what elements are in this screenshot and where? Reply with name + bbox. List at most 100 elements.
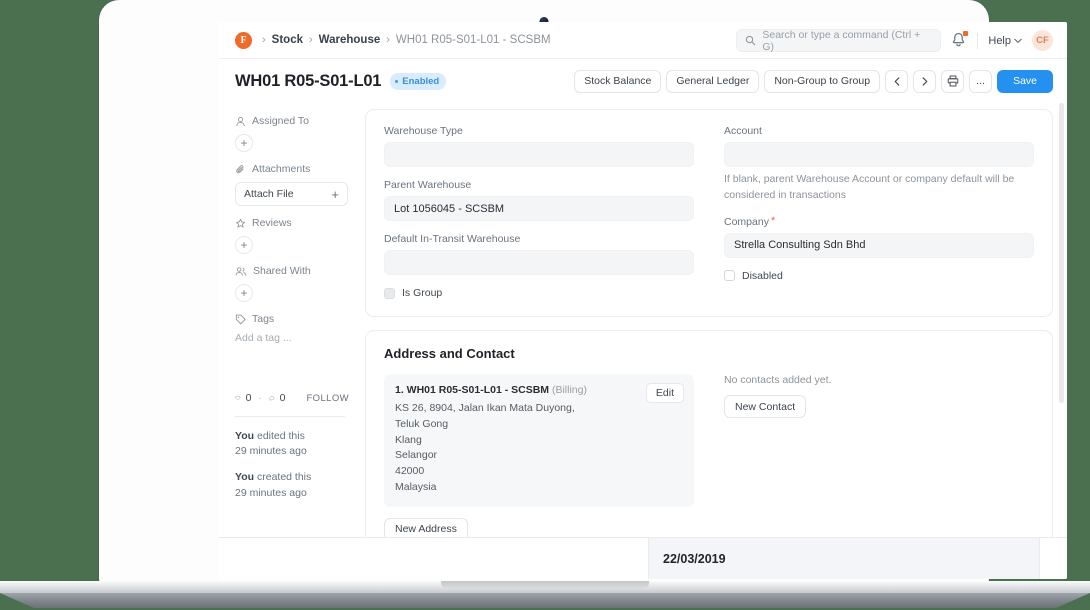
page-header: WH01 R05-S01-L01 Enabled Stock Balance G…	[219, 59, 1067, 103]
label-company-text: Company	[724, 216, 769, 228]
strip-scroll-track[interactable]	[1039, 538, 1067, 579]
add-assignment-button[interactable]: +	[235, 134, 253, 152]
notification-badge	[963, 31, 968, 36]
help-text-account: If blank, parent Warehouse Account or co…	[724, 172, 1034, 204]
more-options-button[interactable]: ...	[969, 70, 992, 93]
sidebar-divider	[235, 416, 345, 417]
breadcrumb-item-warehouse[interactable]: Warehouse	[319, 34, 381, 46]
avatar[interactable]: CF	[1032, 30, 1053, 51]
sidebar: Assigned To + Attachments Attach File +	[219, 103, 361, 539]
sidebar-label-assigned-to: Assigned To	[252, 115, 309, 127]
page-actions: Stock Balance General Ledger Non-Group t…	[574, 59, 1053, 103]
strip-date-cell[interactable]: 22/03/2019	[649, 538, 1039, 579]
bottom-strip: 22/03/2019	[219, 537, 1067, 579]
activity-actor: You	[235, 430, 254, 442]
laptop-base	[0, 581, 1090, 610]
paperclip-icon	[235, 164, 246, 175]
activity-action: edited this	[254, 430, 305, 442]
search-input[interactable]: Search or type a command (Ctrl + G)	[736, 29, 941, 52]
input-account[interactable]	[724, 142, 1034, 167]
input-company[interactable]: Strella Consulting Sdn Bhd	[724, 233, 1034, 258]
heart-icon	[235, 392, 241, 404]
comment-count: 0	[280, 392, 286, 404]
breadcrumb-item-current: WH01 R05-S01-L01 - SCSBM	[396, 34, 551, 46]
star-icon	[235, 218, 246, 229]
navbar: F › Stock › Warehouse › WH01 R05-S01-L01…	[219, 22, 1067, 59]
status-dot-icon	[395, 80, 398, 83]
activity-time: 29 minutes ago	[235, 445, 307, 457]
navbar-right: Search or type a command (Ctrl + G) Help	[736, 22, 1053, 59]
follow-button[interactable]: FOLLOW	[306, 393, 349, 404]
breadcrumb-item-stock[interactable]: Stock	[272, 34, 303, 46]
previous-button[interactable]	[885, 70, 908, 93]
details-left-column: Warehouse Type Parent Warehouse Lot 1056…	[384, 125, 694, 299]
checkbox-row-is-group: Is Group	[384, 287, 694, 299]
page-title: WH01 R05-S01-L01	[235, 72, 381, 91]
input-default-in-transit-warehouse[interactable]	[384, 250, 694, 275]
attach-file-label: Attach File	[244, 188, 294, 200]
status-badge: Enabled	[390, 73, 446, 90]
activity-created: You created this 29 minutes ago	[235, 470, 349, 500]
input-warehouse-type[interactable]	[384, 142, 694, 167]
print-button[interactable]	[941, 70, 964, 93]
address-line: Klang	[395, 433, 683, 449]
user-icon	[235, 116, 246, 127]
content-scrollbar[interactable]	[1059, 103, 1064, 403]
breadcrumb-separator-icon: ›	[309, 34, 313, 46]
add-review-button[interactable]: +	[235, 236, 253, 254]
no-contacts-message: No contacts added yet.	[724, 374, 1034, 386]
plus-icon: +	[331, 188, 339, 201]
input-parent-warehouse[interactable]: Lot 1056045 - SCSBM	[384, 196, 694, 221]
tag-icon	[235, 314, 246, 325]
search-icon	[745, 35, 756, 46]
sidebar-label-reviews: Reviews	[252, 217, 292, 229]
chevron-down-icon	[1014, 38, 1022, 44]
address-column: 1. WH01 R05-S01-L01 - SCSBM (Billing) KS…	[384, 374, 694, 541]
screen-viewport: F › Stock › Warehouse › WH01 R05-S01-L01…	[219, 22, 1067, 579]
edit-address-button[interactable]: Edit	[646, 383, 684, 403]
chevron-right-icon	[921, 77, 929, 86]
address-type: (Billing)	[552, 384, 587, 396]
add-tag-input[interactable]: Add a tag ...	[235, 332, 349, 344]
label-is-group: Is Group	[402, 287, 442, 299]
laptop-base-bottom	[0, 593, 1090, 608]
laptop-frame: F › Stock › Warehouse › WH01 R05-S01-L01…	[99, 0, 989, 585]
address-line: Malaysia	[395, 480, 683, 496]
general-ledger-button[interactable]: General Ledger	[666, 70, 759, 93]
notifications-button[interactable]	[951, 32, 967, 50]
field-parent-warehouse: Parent Warehouse Lot 1056045 - SCSBM	[384, 179, 694, 221]
stock-balance-button[interactable]: Stock Balance	[574, 70, 661, 93]
checkbox-is-group[interactable]	[384, 288, 395, 299]
new-contact-button[interactable]: New Contact	[724, 395, 806, 418]
attach-file-button[interactable]: Attach File +	[235, 182, 348, 206]
main-content: Warehouse Type Parent Warehouse Lot 1056…	[361, 103, 1067, 539]
field-company: Company * Strella Consulting Sdn Bhd	[724, 216, 1034, 258]
sidebar-section-reviews: Reviews	[235, 217, 349, 229]
help-label: Help	[988, 35, 1011, 47]
like-count: 0	[246, 392, 252, 404]
checkbox-disabled[interactable]	[724, 270, 735, 281]
non-group-to-group-button[interactable]: Non-Group to Group	[764, 70, 880, 93]
sidebar-label-attachments: Attachments	[252, 163, 310, 175]
address-line: KS 26, 8904, Jalan Ikan Mata Duyong,	[395, 401, 683, 417]
save-button[interactable]: Save	[997, 70, 1053, 93]
address-line: Selangor	[395, 448, 683, 464]
help-menu[interactable]: Help	[988, 35, 1022, 47]
add-share-button[interactable]: +	[235, 284, 253, 302]
field-account: Account	[724, 125, 1034, 167]
label-disabled: Disabled	[742, 270, 783, 282]
address-title: 1. WH01 R05-S01-L01 - SCSBM (Billing)	[395, 384, 683, 396]
next-button[interactable]	[913, 70, 936, 93]
field-warehouse-type: Warehouse Type	[384, 125, 694, 167]
sidebar-label-tags: Tags	[252, 313, 274, 325]
details-right-column: Account If blank, parent Warehouse Accou…	[724, 125, 1034, 299]
details-card: Warehouse Type Parent Warehouse Lot 1056…	[365, 109, 1053, 317]
sidebar-label-shared-with: Shared With	[253, 265, 311, 277]
address-entry: 1. WH01 R05-S01-L01 - SCSBM (Billing) KS…	[384, 374, 694, 507]
address-name: 1. WH01 R05-S01-L01 - SCSBM	[395, 384, 549, 396]
sidebar-section-shared-with: Shared With	[235, 265, 349, 277]
brand-logo-icon[interactable]: F	[235, 32, 252, 49]
checkbox-row-disabled: Disabled	[724, 270, 1034, 282]
users-icon	[235, 266, 247, 277]
comment-icon	[269, 392, 275, 404]
